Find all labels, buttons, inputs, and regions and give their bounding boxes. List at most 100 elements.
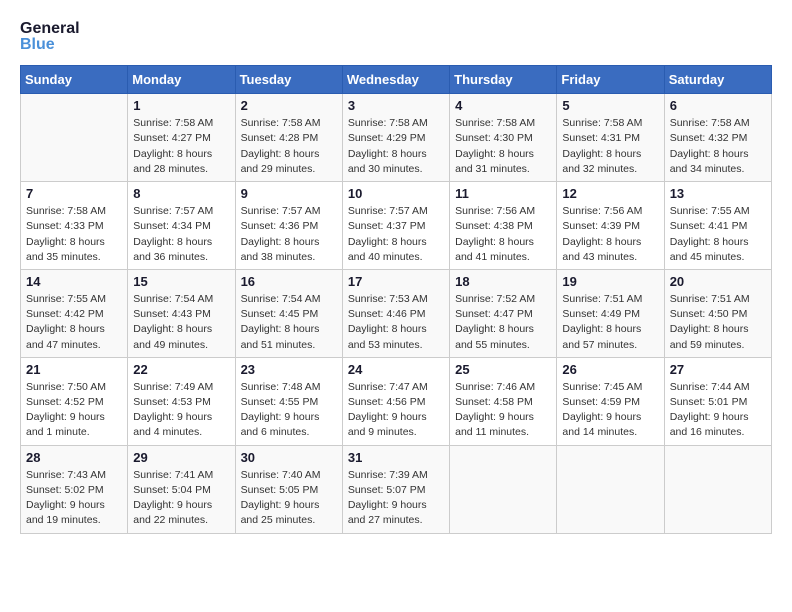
calendar-cell: 27 Sunrise: 7:44 AMSunset: 5:01 PMDayligh…: [664, 357, 771, 445]
day-detail: Sunrise: 7:45 AMSunset: 4:59 PMDaylight:…: [562, 380, 658, 441]
day-number: 3: [348, 98, 444, 113]
day-number: 12: [562, 186, 658, 201]
calendar-cell: 21Sunrise: 7:50 AMSunset: 4:52 PMDayligh…: [21, 357, 128, 445]
day-detail: Sunrise: 7:47 AMSunset: 4:56 PMDaylight:…: [348, 380, 444, 441]
day-detail: Sunrise: 7:58 AMSunset: 4:28 PMDaylight:…: [241, 116, 337, 177]
calendar-cell: 8 Sunrise: 7:57 AMSunset: 4:34 PMDaylight…: [128, 182, 235, 270]
day-detail: Sunrise: 7:53 AMSunset: 4:46 PMDaylight:…: [348, 292, 444, 353]
calendar-week-3: 14 Sunrise: 7:55 AMSunset: 4:42 PMDayligh…: [21, 269, 772, 357]
day-number: 16: [241, 274, 337, 289]
day-number: 19: [562, 274, 658, 289]
calendar-cell: 25 Sunrise: 7:46 AMSunset: 4:58 PMDayligh…: [450, 357, 557, 445]
day-detail: Sunrise: 7:51 AMSunset: 4:50 PMDaylight:…: [670, 292, 766, 353]
day-detail: Sunrise: 7:56 AMSunset: 4:38 PMDaylight:…: [455, 204, 551, 265]
day-number: 2: [241, 98, 337, 113]
day-detail: Sunrise: 7:43 AMSunset: 5:02 PMDaylight:…: [26, 468, 122, 529]
day-detail: Sunrise: 7:55 AMSunset: 4:42 PMDaylight:…: [26, 292, 122, 353]
day-number: 29: [133, 450, 229, 465]
day-detail: Sunrise: 7:57 AMSunset: 4:34 PMDaylight:…: [133, 204, 229, 265]
day-number: 30: [241, 450, 337, 465]
day-detail: Sunrise: 7:44 AMSunset: 5:01 PMDaylight:…: [670, 380, 766, 441]
day-number: 18: [455, 274, 551, 289]
day-detail: Sunrise: 7:48 AMSunset: 4:55 PMDaylight:…: [241, 380, 337, 441]
day-number: 8: [133, 186, 229, 201]
day-number: 1: [133, 98, 229, 113]
weekday-header-friday: Friday: [557, 66, 664, 94]
calendar-cell: 18 Sunrise: 7:52 AMSunset: 4:47 PMDayligh…: [450, 269, 557, 357]
calendar-week-5: 28 Sunrise: 7:43 AMSunset: 5:02 PMDayligh…: [21, 445, 772, 533]
day-number: 27: [670, 362, 766, 377]
day-detail: Sunrise: 7:54 AMSunset: 4:43 PMDaylight:…: [133, 292, 229, 353]
day-detail: Sunrise: 7:58 AMSunset: 4:32 PMDaylight:…: [670, 116, 766, 177]
calendar-cell: 9 Sunrise: 7:57 AMSunset: 4:36 PMDaylight…: [235, 182, 342, 270]
day-detail: Sunrise: 7:58 AMSunset: 4:30 PMDaylight:…: [455, 116, 551, 177]
day-detail: Sunrise: 7:52 AMSunset: 4:47 PMDaylight:…: [455, 292, 551, 353]
calendar-cell: 23 Sunrise: 7:48 AMSunset: 4:55 PMDayligh…: [235, 357, 342, 445]
calendar-cell: [557, 445, 664, 533]
calendar-cell: 14 Sunrise: 7:55 AMSunset: 4:42 PMDayligh…: [21, 269, 128, 357]
calendar-cell: 26 Sunrise: 7:45 AMSunset: 4:59 PMDayligh…: [557, 357, 664, 445]
calendar-cell: [21, 94, 128, 182]
day-number: 24: [348, 362, 444, 377]
calendar-cell: [664, 445, 771, 533]
calendar-cell: 6Sunrise: 7:58 AMSunset: 4:32 PMDaylight…: [664, 94, 771, 182]
page-header: General Blue General Blue: [20, 20, 772, 53]
day-number: 9: [241, 186, 337, 201]
day-detail: Sunrise: 7:57 AMSunset: 4:36 PMDaylight:…: [241, 204, 337, 265]
logo: General Blue General Blue: [20, 20, 80, 53]
day-detail: Sunrise: 7:57 AMSunset: 4:37 PMDaylight:…: [348, 204, 444, 265]
calendar-cell: 1 Sunrise: 7:58 AMSunset: 4:27 PMDaylight…: [128, 94, 235, 182]
day-detail: Sunrise: 7:46 AMSunset: 4:58 PMDaylight:…: [455, 380, 551, 441]
calendar-cell: 11 Sunrise: 7:56 AMSunset: 4:38 PMDayligh…: [450, 182, 557, 270]
calendar-body: 1 Sunrise: 7:58 AMSunset: 4:27 PMDaylight…: [21, 94, 772, 533]
day-number: 13: [670, 186, 766, 201]
day-number: 25: [455, 362, 551, 377]
day-number: 28: [26, 450, 122, 465]
calendar-cell: 4Sunrise: 7:58 AMSunset: 4:30 PMDaylight…: [450, 94, 557, 182]
calendar-cell: 31 Sunrise: 7:39 AMSunset: 5:07 PMDayligh…: [342, 445, 449, 533]
calendar-cell: 5 Sunrise: 7:58 AMSunset: 4:31 PMDaylight…: [557, 94, 664, 182]
day-detail: Sunrise: 7:58 AMSunset: 4:33 PMDaylight:…: [26, 204, 122, 265]
calendar-cell: 12 Sunrise: 7:56 AMSunset: 4:39 PMDayligh…: [557, 182, 664, 270]
weekday-header-monday: Monday: [128, 66, 235, 94]
day-number: 21: [26, 362, 122, 377]
weekday-header-tuesday: Tuesday: [235, 66, 342, 94]
day-detail: Sunrise: 7:39 AMSunset: 5:07 PMDaylight:…: [348, 468, 444, 529]
day-number: 11: [455, 186, 551, 201]
calendar-cell: 16Sunrise: 7:54 AMSunset: 4:45 PMDayligh…: [235, 269, 342, 357]
calendar-table: SundayMondayTuesdayWednesdayThursdayFrid…: [20, 65, 772, 533]
weekday-header-row: SundayMondayTuesdayWednesdayThursdayFrid…: [21, 66, 772, 94]
day-number: 31: [348, 450, 444, 465]
calendar-cell: 22Sunrise: 7:49 AMSunset: 4:53 PMDayligh…: [128, 357, 235, 445]
calendar-cell: 28 Sunrise: 7:43 AMSunset: 5:02 PMDayligh…: [21, 445, 128, 533]
day-detail: Sunrise: 7:41 AMSunset: 5:04 PMDaylight:…: [133, 468, 229, 529]
day-detail: Sunrise: 7:40 AMSunset: 5:05 PMDaylight:…: [241, 468, 337, 529]
day-number: 22: [133, 362, 229, 377]
day-detail: Sunrise: 7:58 AMSunset: 4:27 PMDaylight:…: [133, 116, 229, 177]
calendar-cell: 13Sunrise: 7:55 AMSunset: 4:41 PMDayligh…: [664, 182, 771, 270]
calendar-cell: 15Sunrise: 7:54 AMSunset: 4:43 PMDayligh…: [128, 269, 235, 357]
day-number: 23: [241, 362, 337, 377]
weekday-header-wednesday: Wednesday: [342, 66, 449, 94]
day-detail: Sunrise: 7:51 AMSunset: 4:49 PMDaylight:…: [562, 292, 658, 353]
logo-blue: Blue: [20, 36, 80, 54]
calendar-week-2: 7 Sunrise: 7:58 AMSunset: 4:33 PMDaylight…: [21, 182, 772, 270]
day-number: 5: [562, 98, 658, 113]
calendar-week-1: 1 Sunrise: 7:58 AMSunset: 4:27 PMDaylight…: [21, 94, 772, 182]
calendar-cell: 19 Sunrise: 7:51 AMSunset: 4:49 PMDayligh…: [557, 269, 664, 357]
day-number: 14: [26, 274, 122, 289]
weekday-header-sunday: Sunday: [21, 66, 128, 94]
calendar-header: SundayMondayTuesdayWednesdayThursdayFrid…: [21, 66, 772, 94]
weekday-header-thursday: Thursday: [450, 66, 557, 94]
day-detail: Sunrise: 7:56 AMSunset: 4:39 PMDaylight:…: [562, 204, 658, 265]
calendar-cell: 20 Sunrise: 7:51 AMSunset: 4:50 PMDayligh…: [664, 269, 771, 357]
day-number: 26: [562, 362, 658, 377]
day-number: 7: [26, 186, 122, 201]
day-detail: Sunrise: 7:58 AMSunset: 4:31 PMDaylight:…: [562, 116, 658, 177]
calendar-cell: 29 Sunrise: 7:41 AMSunset: 5:04 PMDayligh…: [128, 445, 235, 533]
day-detail: Sunrise: 7:58 AMSunset: 4:29 PMDaylight:…: [348, 116, 444, 177]
day-number: 17: [348, 274, 444, 289]
calendar-cell: 3 Sunrise: 7:58 AMSunset: 4:29 PMDaylight…: [342, 94, 449, 182]
calendar-cell: [450, 445, 557, 533]
day-number: 20: [670, 274, 766, 289]
